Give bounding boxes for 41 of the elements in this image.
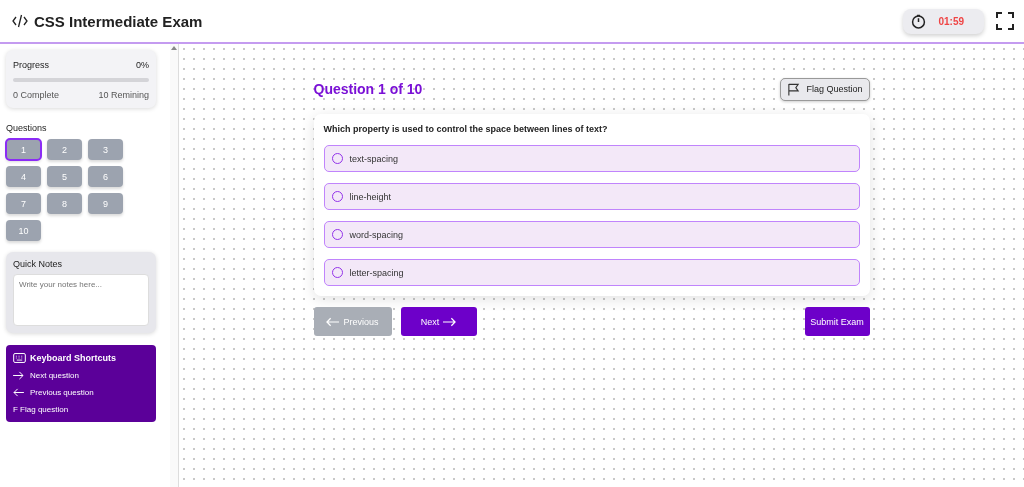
exam-title: CSS Intermediate Exam: [34, 12, 203, 30]
answer-option[interactable]: word-spacing: [323, 221, 860, 248]
progress-percent: 0%: [136, 60, 149, 70]
next-button[interactable]: Next: [400, 307, 477, 336]
complete-count: 0 Complete: [13, 90, 60, 100]
flag-icon: [787, 82, 801, 96]
progress-label: Progress: [13, 60, 49, 70]
question-number-button[interactable]: 6: [88, 166, 123, 187]
shortcut-text: F Flag question: [13, 405, 69, 414]
question-heading: Question 1 of 10: [313, 81, 423, 97]
question-number-button[interactable]: 10: [6, 220, 41, 241]
answer-option[interactable]: letter-spacing: [323, 259, 860, 286]
question-number-button[interactable]: 8: [47, 193, 82, 214]
arrow-left-icon: [13, 388, 24, 397]
question-number-button[interactable]: 3: [88, 139, 123, 160]
timer-badge: 01:59: [903, 8, 984, 34]
questions-label: Questions: [6, 123, 47, 133]
submit-exam-button[interactable]: Submit Exam: [804, 307, 870, 336]
fullscreen-button[interactable]: [996, 12, 1014, 30]
keyboard-icon: [13, 353, 26, 363]
shortcut-text: Next question: [30, 371, 79, 380]
arrow-left-icon: [326, 316, 340, 327]
question-number-button[interactable]: 2: [47, 139, 82, 160]
shortcut-text: Previous question: [30, 388, 94, 397]
answer-option[interactable]: text-spacing: [323, 145, 860, 172]
arrow-right-icon: [13, 371, 24, 380]
remaining-count: 10 Remining: [98, 90, 149, 100]
flag-question-button[interactable]: Flag Question: [780, 77, 870, 101]
code-icon: [12, 14, 28, 28]
arrow-right-icon: [443, 316, 457, 327]
clock-icon: [911, 13, 927, 29]
answer-option[interactable]: line-height: [323, 183, 860, 210]
notes-label: Quick Notes: [13, 259, 64, 269]
notes-field[interactable]: Write your notes here...: [13, 274, 149, 326]
question-number-button[interactable]: 7: [6, 193, 41, 214]
question-number-button[interactable]: 4: [6, 166, 41, 187]
question-number-button[interactable]: 9: [88, 193, 123, 214]
question-number-button[interactable]: 5: [47, 166, 82, 187]
question-number-button[interactable]: 1: [6, 139, 41, 160]
question-text: Which property is used to control the space between lines of text?: [323, 124, 609, 134]
shortcuts-title: Keyboard Shortcuts: [30, 353, 116, 363]
